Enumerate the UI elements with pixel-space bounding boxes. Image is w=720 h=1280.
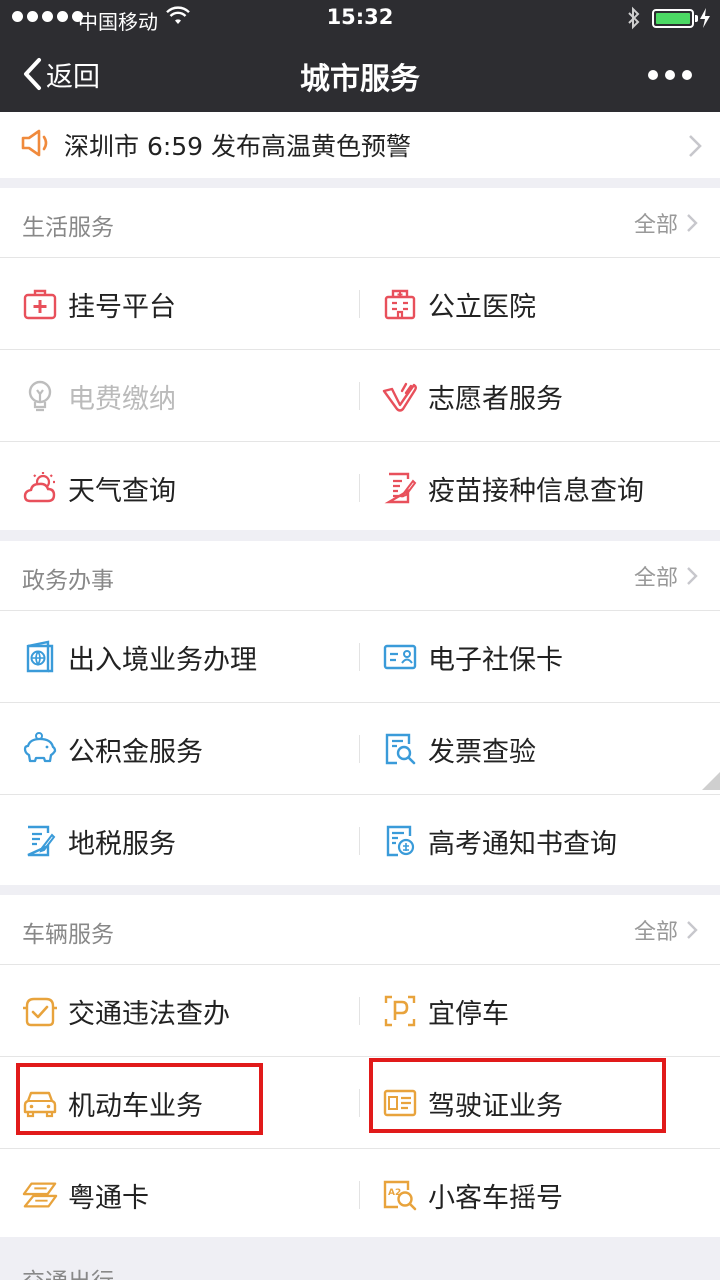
back-button[interactable]: 返回 [22, 54, 100, 94]
hospital-icon [382, 286, 418, 322]
service-item-registration[interactable]: 挂号平台 [0, 258, 360, 350]
grid-row: 交通违法查办 宜停车 [0, 965, 720, 1057]
view-all-button[interactable]: 全部 [634, 914, 698, 946]
section-government-affairs: 政务办事 全部 出入境业务办理 电子社保卡 公积金服务 发票查验 地税服务 高考… [0, 541, 720, 885]
nav-bar: 返回 城市服务 [0, 38, 720, 112]
service-item-housing-fund[interactable]: 公积金服务 [0, 703, 360, 795]
service-item-admission-notice[interactable]: 高考通知书查询 [360, 795, 720, 887]
view-all-label: 全部 [633, 566, 678, 591]
view-all-label: 全部 [633, 920, 678, 945]
service-item-traffic-violation[interactable]: 交通违法查办 [0, 965, 360, 1057]
section-life-services: 生活服务 全部 挂号平台 公立医院 电费缴纳 志愿者服务 天气查询 疫苗接种信息… [0, 188, 720, 530]
lottery-icon: A2 [382, 1177, 418, 1213]
invoice-search-icon [382, 731, 418, 767]
traffic-check-icon [22, 993, 58, 1029]
service-item-vaccine-query[interactable]: 疫苗接种信息查询 [360, 442, 720, 534]
grid-row: 挂号平台 公立医院 [0, 258, 720, 350]
chevron-right-icon [687, 567, 698, 585]
chevron-right-icon [687, 921, 698, 939]
grid-row: 公积金服务 发票查验 [0, 703, 720, 795]
grid-row: 出入境业务办理 电子社保卡 [0, 611, 720, 703]
section-title-partial: 交通出行 [22, 1262, 114, 1280]
service-item-invoice-check[interactable]: 发票查验 [360, 703, 720, 795]
service-item-volunteer[interactable]: 志愿者服务 [360, 350, 720, 442]
tax-doc-icon [22, 823, 58, 859]
service-label: 地税服务 [68, 828, 176, 860]
service-label: 粤通卡 [68, 1182, 149, 1214]
status-bar: 中国移动 15:32 [0, 0, 720, 38]
view-all-button[interactable]: 全部 [634, 207, 698, 239]
back-label: 返回 [46, 61, 100, 93]
battery-icon [652, 9, 698, 28]
chevron-right-icon [687, 214, 698, 232]
view-all-button[interactable]: 全部 [634, 560, 698, 592]
page-title: 城市服务 [300, 62, 420, 97]
service-label: 发票查验 [428, 736, 536, 768]
weather-alert-banner[interactable]: 深圳市 6:59 发布高温黄色预警 [0, 112, 720, 178]
chevron-left-icon [24, 58, 41, 90]
top-bar: 中国移动 15:32 返回 城市服务 [0, 0, 720, 112]
more-options-button[interactable] [648, 62, 692, 88]
service-label: 疫苗接种信息查询 [428, 475, 644, 507]
scroll-corner-mark [702, 772, 720, 790]
service-label: 小客车摇号 [428, 1182, 563, 1214]
section-header: 生活服务 全部 [0, 188, 720, 258]
heart-hand-icon [382, 378, 418, 414]
bluetooth-icon [626, 6, 642, 35]
passport-icon [22, 639, 58, 675]
service-label: 公立医院 [428, 291, 536, 323]
service-label: 志愿者服务 [428, 383, 563, 415]
service-label: 天气查询 [68, 475, 176, 507]
status-time: 15:32 [326, 5, 394, 29]
piggy-bank-icon [22, 731, 58, 767]
section-header: 政务办事 全部 [0, 541, 720, 611]
notice-icon [382, 823, 418, 859]
service-item-local-tax[interactable]: 地税服务 [0, 795, 360, 887]
service-label: 电费缴纳 [68, 383, 176, 415]
service-item-yuetong-card[interactable]: 粤通卡 [0, 1149, 360, 1241]
form-icon [382, 470, 418, 506]
service-label: 公积金服务 [68, 736, 203, 768]
service-item-parking[interactable]: 宜停车 [360, 965, 720, 1057]
grid-row: 地税服务 高考通知书查询 [0, 795, 720, 887]
grid-row: 粤通卡 A2 小客车摇号 [0, 1149, 720, 1241]
service-item-social-security-card[interactable]: 电子社保卡 [360, 611, 720, 703]
service-label: 宜停车 [428, 998, 509, 1030]
service-label: 挂号平台 [68, 291, 176, 323]
section-title: 车辆服务 [22, 922, 114, 948]
weather-icon [22, 470, 58, 506]
service-item-public-hospital[interactable]: 公立医院 [360, 258, 720, 350]
view-all-label: 全部 [633, 213, 678, 238]
chevron-right-icon [688, 134, 702, 162]
medical-kit-icon [22, 286, 58, 322]
service-label: 出入境业务办理 [68, 644, 257, 676]
parking-icon [382, 993, 418, 1029]
section-title: 政务办事 [22, 568, 114, 594]
service-item-exit-entry[interactable]: 出入境业务办理 [0, 611, 360, 703]
charging-icon [699, 8, 711, 33]
service-item-car-lottery[interactable]: A2 小客车摇号 [360, 1149, 720, 1241]
service-item-weather[interactable]: 天气查询 [0, 442, 360, 534]
grid-row: 电费缴纳 志愿者服务 [0, 350, 720, 442]
service-label: 电子社保卡 [428, 644, 563, 676]
toll-card-icon [22, 1177, 58, 1213]
service-label: 交通违法查办 [68, 998, 230, 1030]
grid-row: 天气查询 疫苗接种信息查询 [0, 442, 720, 534]
alert-text: 深圳市 6:59 发布高温黄色预警 [64, 132, 412, 161]
highlight-box-driving-license [369, 1058, 666, 1133]
id-card-icon [382, 639, 418, 675]
highlight-box-motor-vehicle [16, 1063, 263, 1135]
lightbulb-icon [22, 378, 58, 414]
service-label: 高考通知书查询 [428, 828, 617, 860]
speaker-icon [20, 128, 52, 162]
section-header: 车辆服务 全部 [0, 895, 720, 965]
service-item-electricity-bill: 电费缴纳 [0, 350, 360, 442]
section-title: 生活服务 [22, 215, 114, 241]
